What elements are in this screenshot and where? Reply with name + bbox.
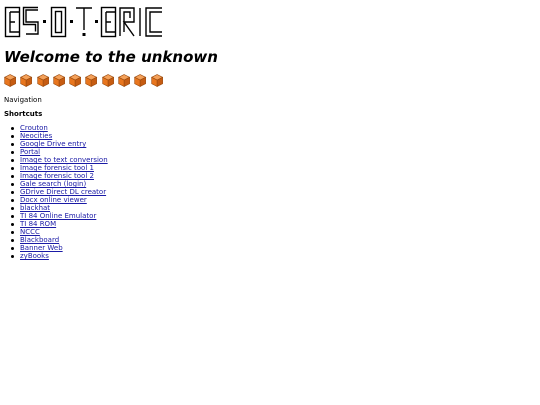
bullet-icon (11, 150, 14, 154)
logo-letter-e (4, 6, 21, 38)
bullet-icon (11, 134, 14, 138)
orange-cube-icon (52, 74, 66, 87)
bullet-icon (11, 198, 14, 202)
shortcut-link[interactable]: Gale search (login) (20, 180, 86, 188)
orange-cube-icon (85, 74, 98, 87)
shortcut-link[interactable]: blackhat (20, 204, 50, 212)
list-item: TI 84 Online Emulator (11, 212, 108, 220)
shortcut-link[interactable]: Docx online viewer (20, 196, 87, 204)
shortcut-link[interactable]: Image to text conversion (20, 156, 108, 164)
bullet-icon (11, 142, 14, 146)
list-item: blackhat (11, 204, 108, 212)
orange-cube-icon (134, 74, 147, 87)
list-item: Blackboard (11, 236, 108, 244)
list-item: Banner Web (11, 244, 108, 252)
list-item: Google Drive entry (11, 140, 108, 148)
bullet-icon (11, 246, 14, 250)
bullet-icon (11, 158, 14, 162)
orange-cube-icon (20, 74, 33, 87)
shortcut-link[interactable]: Image forensic tool 2 (20, 172, 94, 180)
shortcut-link[interactable]: TI 84 ROM (20, 220, 56, 228)
orange-cube-icon (4, 74, 17, 87)
bullet-icon (11, 190, 14, 194)
list-item: Image forensic tool 2 (11, 172, 108, 180)
list-item: zyBooks (11, 252, 108, 260)
cube-row (4, 74, 163, 87)
orange-cube-icon (69, 74, 82, 87)
shortcuts-heading: Shortcuts (4, 110, 43, 118)
list-item: Image to text conversion (11, 156, 108, 164)
shortcut-link[interactable]: TI 84 Online Emulator (20, 212, 96, 220)
navigation-label: Navigation (4, 96, 42, 104)
list-item: Portal (11, 148, 108, 156)
shortcut-link[interactable]: Crouton (20, 124, 48, 132)
bullet-icon (11, 182, 14, 186)
list-item: TI 84 ROM (11, 220, 108, 228)
list-item: Neocities (11, 132, 108, 140)
bullet-icon (11, 230, 14, 234)
esoteric-logo (4, 6, 162, 38)
list-item: Docx online viewer (11, 196, 108, 204)
bullet-icon (11, 222, 14, 226)
bullet-icon (11, 238, 14, 242)
logo-letter-c (145, 7, 162, 37)
bullet-icon (11, 126, 14, 130)
logo-letter-e-2 (100, 6, 117, 38)
logo-letter-o (50, 6, 67, 38)
orange-cube-icon (101, 74, 115, 87)
shortcut-link[interactable]: Portal (20, 148, 40, 156)
bullet-icon (11, 166, 14, 170)
bullet-icon (11, 214, 14, 218)
orange-cube-icon (36, 74, 49, 87)
bullet-icon (11, 206, 14, 210)
page-headline: Welcome to the unknown (4, 48, 218, 66)
logo-letter-r (119, 7, 135, 37)
list-item: Image forensic tool 1 (11, 164, 108, 172)
logo-letter-t (76, 7, 92, 36)
list-item: GDrive Direct DL creator (11, 188, 108, 196)
orange-cube-icon (150, 74, 163, 87)
logo-letter-s (22, 6, 39, 35)
bullet-icon (11, 174, 14, 178)
shortcut-link[interactable]: Banner Web (20, 244, 63, 252)
shortcut-link[interactable]: Neocities (20, 132, 52, 140)
shortcut-link[interactable]: NCCC (20, 228, 40, 236)
bullet-icon (11, 254, 14, 258)
shortcut-link[interactable]: Image forensic tool 1 (20, 164, 94, 172)
orange-cube-icon (118, 74, 131, 87)
shortcut-link[interactable]: Blackboard (20, 236, 59, 244)
list-item: NCCC (11, 228, 108, 236)
shortcut-list: Crouton Neocities Google Drive entry Portal… (11, 124, 108, 260)
shortcut-link[interactable]: GDrive Direct DL creator (20, 188, 106, 196)
list-item: Gale search (login) (11, 180, 108, 188)
list-item: Crouton (11, 124, 108, 132)
shortcut-link[interactable]: zyBooks (20, 252, 49, 260)
shortcut-link[interactable]: Google Drive entry (20, 140, 86, 148)
